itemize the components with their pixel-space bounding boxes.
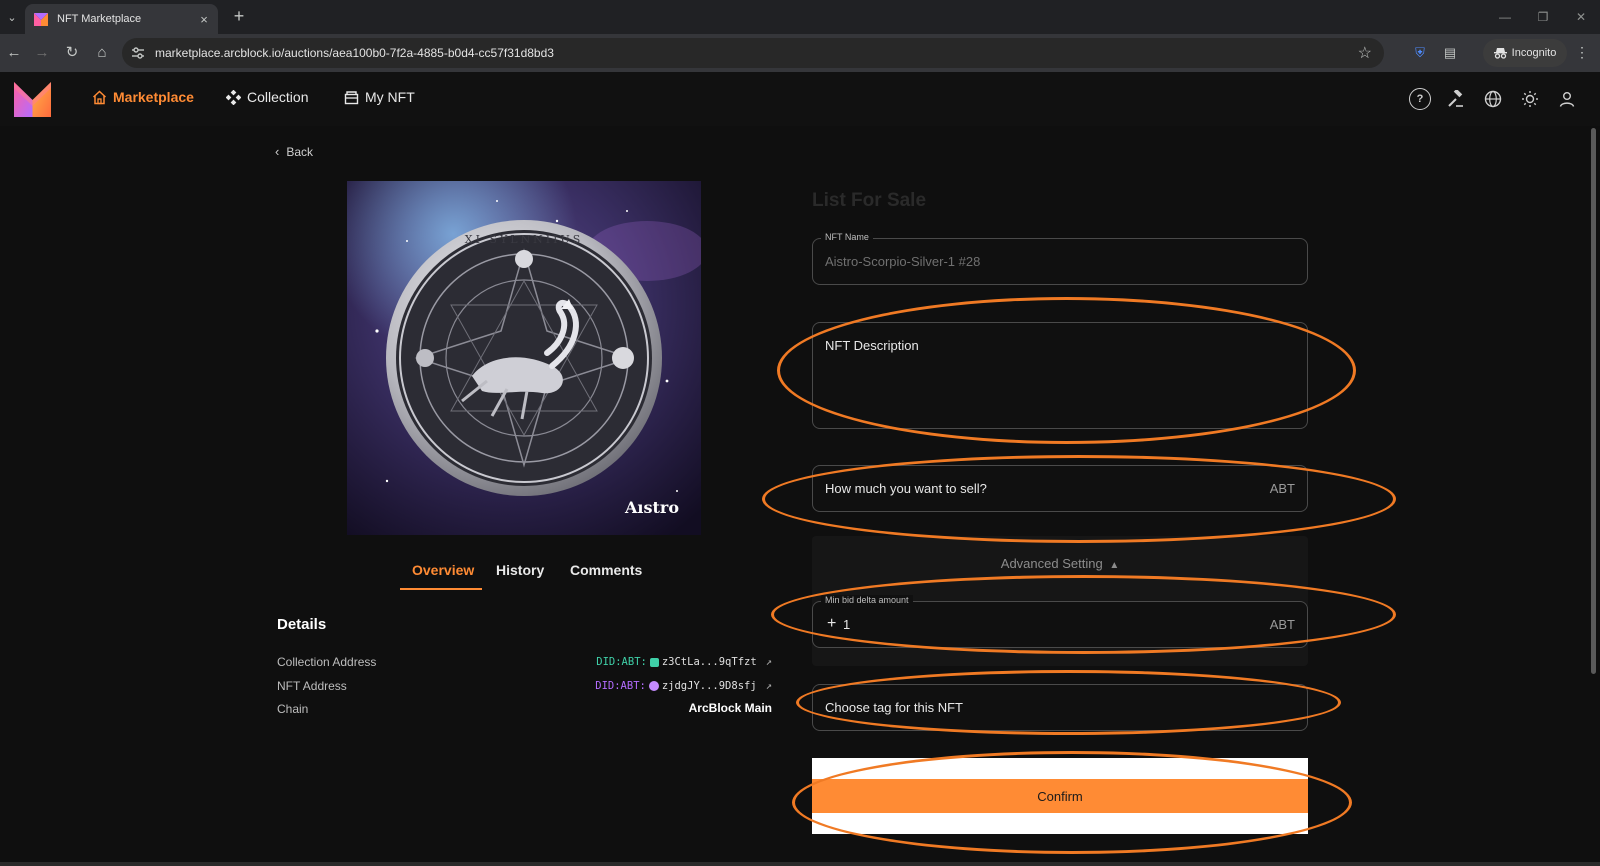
reload-icon[interactable]: ↻ <box>62 43 82 63</box>
tag-placeholder: Choose tag for this NFT <box>825 700 963 715</box>
browser-tab-strip: ⌄ NFT Marketplace × + — ❐ ✕ <box>0 0 1600 34</box>
restore-icon[interactable]: ❐ <box>1524 0 1562 34</box>
close-window-icon[interactable]: ✕ <box>1562 0 1600 34</box>
incognito-badge[interactable]: Incognito <box>1483 39 1567 67</box>
collection-icon <box>226 89 241 105</box>
nft-description-field[interactable]: NFT Description <box>812 322 1308 429</box>
globe-icon[interactable] <box>1482 88 1504 110</box>
nav-marketplace-label: Marketplace <box>113 89 194 105</box>
app-header: Marketplace Collection My NFT ? <box>0 72 1600 126</box>
form-title: List For Sale <box>812 190 927 211</box>
nft-description-placeholder: NFT Description <box>825 338 919 353</box>
price-placeholder: How much you want to sell? <box>825 481 987 496</box>
external-link-icon[interactable]: ↗ <box>766 656 772 668</box>
theme-icon[interactable] <box>1519 88 1541 110</box>
tag-select[interactable]: Choose tag for this NFT <box>812 684 1308 731</box>
marketplace-favicon-icon <box>34 13 48 26</box>
wallet-icon <box>344 90 359 104</box>
tab-close-icon[interactable]: × <box>196 12 212 27</box>
auction-icon[interactable] <box>1445 88 1467 110</box>
back-arrow-icon[interactable]: ← <box>4 43 24 63</box>
browser-tab[interactable]: NFT Marketplace × <box>25 4 218 34</box>
back-label: Back <box>286 144 314 159</box>
collection-address-text: z3CtLa...9qTfzt <box>661 656 757 668</box>
nav-my-nft-label: My NFT <box>365 89 415 105</box>
bottom-edge <box>0 862 1600 866</box>
nft-address-label: NFT Address <box>277 679 347 693</box>
incognito-icon <box>1493 48 1507 59</box>
help-icon[interactable]: ? <box>1409 88 1431 110</box>
nav-my-nft[interactable]: My NFT <box>344 89 415 105</box>
tab-history[interactable]: History <box>496 562 544 578</box>
user-icon[interactable] <box>1556 88 1578 110</box>
bookmark-star-icon[interactable]: ☆ <box>1358 43 1372 63</box>
nav-collection[interactable]: Collection <box>226 89 308 105</box>
nft-name-field[interactable]: NFT Name Aistro-Scorpio-Silver-1 #28 <box>812 232 1308 285</box>
min-bid-delta-label: Min bid delta amount <box>821 595 913 605</box>
price-input[interactable]: How much you want to sell? ABT <box>812 465 1308 512</box>
min-bid-delta-value: 1 <box>843 617 851 632</box>
window-controls: — ❐ ✕ <box>1486 0 1600 34</box>
tab-comments[interactable]: Comments <box>570 562 642 578</box>
chain-value: ArcBlock Main <box>688 701 772 715</box>
marketplace-logo[interactable] <box>14 82 51 117</box>
back-link[interactable]: ‹ Back <box>275 144 313 159</box>
external-link-icon[interactable]: ↗ <box>766 680 772 692</box>
price-currency: ABT <box>1269 481 1295 496</box>
collection-address-value[interactable]: DID:ABT: z3CtLa...9qTfzt ↗ <box>596 656 772 668</box>
home-page-icon[interactable]: ⌂ <box>92 43 112 63</box>
nft-address-value[interactable]: DID:ABT: zjdgJY...9D8sfj ↗ <box>595 680 772 692</box>
collection-address-label: Collection Address <box>277 655 377 669</box>
advanced-setting-toggle[interactable]: Advanced Setting ▲ <box>812 556 1308 571</box>
page-scrollbar[interactable] <box>1591 128 1596 674</box>
image-watermark: Aıstro <box>624 498 679 517</box>
confirm-area: Confirm <box>812 758 1308 834</box>
nav-collection-label: Collection <box>247 89 309 105</box>
details-heading: Details <box>277 616 327 633</box>
min-bid-delta-field[interactable]: Min bid delta amount + 1 ABT <box>812 595 1308 648</box>
minimize-icon[interactable]: — <box>1486 0 1524 34</box>
tab-search-icon[interactable]: ⌄ <box>2 6 22 28</box>
collection-avatar-icon <box>649 657 659 667</box>
nft-avatar-icon <box>648 681 659 691</box>
site-info-icon[interactable] <box>131 46 145 60</box>
active-tab-indicator <box>400 588 482 590</box>
chevron-up-icon: ▲ <box>1109 560 1120 571</box>
incognito-label: Incognito <box>1511 47 1557 59</box>
tab-overview[interactable]: Overview <box>412 562 474 578</box>
coin-engraving: XI SYLNNIIUS <box>465 233 584 246</box>
new-tab-icon[interactable]: + <box>228 6 250 28</box>
plus-icon: + <box>827 615 837 632</box>
nft-name-value: Aistro-Scorpio-Silver-1 #28 <box>825 254 981 269</box>
tab-title: NFT Marketplace <box>57 13 142 25</box>
did-prefix: DID:ABT: <box>595 680 646 692</box>
nft-image: XI SYLNNIIUS Aıstro <box>347 181 701 535</box>
browser-menu-icon[interactable]: ⋮ <box>1574 43 1590 61</box>
chevron-left-icon: ‹ <box>275 144 280 159</box>
min-bid-currency: ABT <box>1269 617 1295 632</box>
home-icon <box>92 89 107 104</box>
confirm-button[interactable]: Confirm <box>812 779 1308 813</box>
nft-address-text: zjdgJY...9D8sfj <box>661 680 757 692</box>
nav-marketplace[interactable]: Marketplace <box>92 89 194 105</box>
browser-toolbar: ← → ↻ ⌂ marketplace.arcblock.io/auctions… <box>0 34 1600 72</box>
extensions-puzzle-icon[interactable]: ▤ <box>1440 43 1460 63</box>
forward-arrow-icon[interactable]: → <box>32 43 52 63</box>
chain-label: Chain <box>277 702 309 716</box>
url-text: marketplace.arcblock.io/auctions/aea100b… <box>155 46 554 60</box>
address-bar[interactable]: marketplace.arcblock.io/auctions/aea100b… <box>122 38 1384 68</box>
extension-shield-icon[interactable]: ⛨ <box>1410 43 1430 63</box>
advanced-setting-label: Advanced Setting <box>1000 556 1103 571</box>
nft-name-label: NFT Name <box>821 232 873 242</box>
detail-tabs: Overview History Comments <box>400 556 660 592</box>
did-prefix: DID:ABT: <box>596 656 647 668</box>
